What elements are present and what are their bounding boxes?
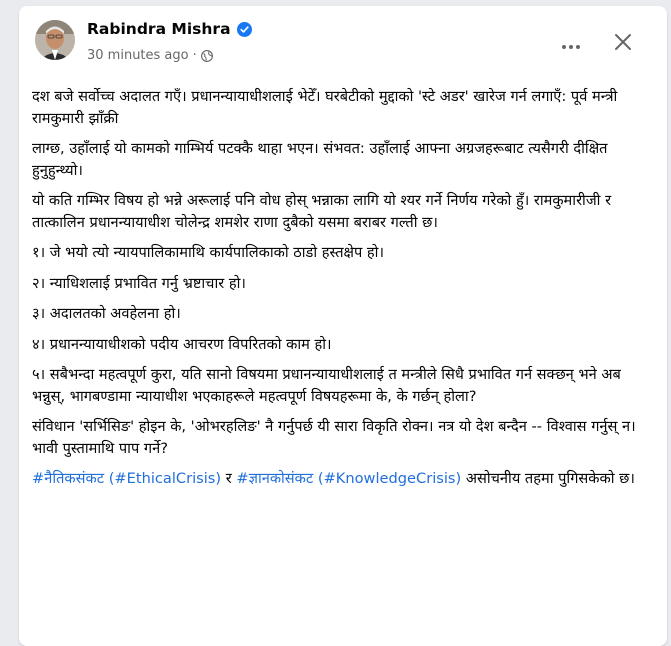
- post-paragraph: लाग्छ, उहाँलाई यो कामको गाम्भिर्य पटक्कै…: [32, 140, 608, 179]
- verified-badge-icon: [236, 21, 252, 37]
- post-header: Rabindra Mishra 30 minutes ago ·: [19, 6, 667, 78]
- post-paragraph: संविधान 'सर्भिसिङ' होइन के, 'ओभरहलिङ' नै…: [32, 418, 636, 457]
- post-body: दश बजे सर्वोच्च अदालत गएँ। प्रधानन्यायाध…: [32, 86, 650, 499]
- post-meta: 30 minutes ago ·: [87, 48, 213, 63]
- hashtag-link[interactable]: #ज्ञानकोसंकट: [236, 470, 313, 487]
- close-icon: [614, 33, 632, 55]
- post-timestamp[interactable]: 30 minutes ago: [87, 48, 189, 63]
- post-paragraph: ५। सबैभन्दा महत्वपूर्ण कुरा, यति सानो वि…: [32, 366, 621, 405]
- post-paragraph: यो कति गम्भिर विषय हो भन्ने अरूलाई पनि व…: [32, 192, 612, 231]
- post-paragraph: २। न्याधिशलाई प्रभावित गर्नु भ्रष्टाचार …: [32, 274, 246, 292]
- conjunction-text: र: [221, 470, 237, 487]
- closing-text: असोचनीय तहमा पुगिसकेको छ।: [461, 470, 635, 487]
- post-paragraph: १। जे भयो त्यो न्यायपालिकामाथि कार्यपालि…: [32, 244, 384, 261]
- author-name[interactable]: Rabindra Mishra: [87, 20, 252, 38]
- avatar[interactable]: [35, 20, 75, 60]
- globe-icon[interactable]: [200, 49, 213, 62]
- hashtag-link[interactable]: #नैतिकसंकट: [32, 470, 104, 487]
- meta-separator: ·: [192, 48, 197, 63]
- more-options-button[interactable]: [553, 26, 589, 62]
- post-paragraph-hashtags: #नैतिकसंकट (#EthicalCrisis) र #ज्ञानकोसं…: [32, 468, 650, 490]
- post-paragraph: ३। अदालतको अवहेलना हो।: [32, 305, 181, 322]
- more-options-icon: [561, 35, 581, 54]
- close-button[interactable]: [605, 26, 641, 62]
- hashtag-link[interactable]: (#KnowledgeCrisis): [318, 470, 461, 487]
- post-paragraph: दश बजे सर्वोच्च अदालत गएँ। प्रधानन्यायाध…: [32, 88, 618, 127]
- post-paragraph: ४। प्रधानन्यायाधीशको पदीय आचरण विपरितको …: [32, 335, 332, 353]
- hashtag-link[interactable]: (#EthicalCrisis): [109, 470, 221, 487]
- author-name-text[interactable]: Rabindra Mishra: [87, 20, 231, 38]
- post-card: Rabindra Mishra 30 minutes ago · दश बजे …: [19, 6, 667, 646]
